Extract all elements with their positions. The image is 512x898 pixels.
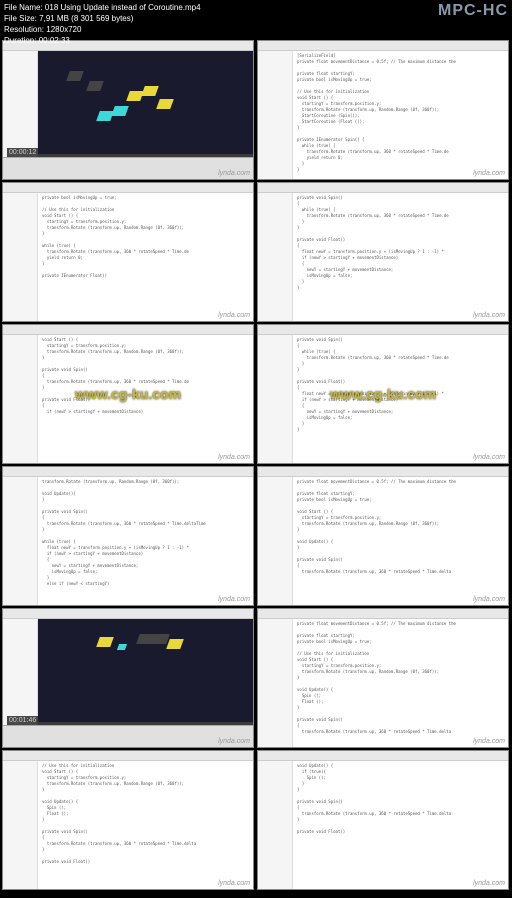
- editor-toolbar: [3, 325, 253, 335]
- source-watermark: lynda.com: [473, 312, 505, 319]
- source-watermark: lynda.com: [218, 312, 250, 319]
- domain-watermark: www.cg-ku.com: [330, 386, 436, 402]
- timestamp: 00:00:12: [7, 148, 38, 157]
- source-watermark: lynda.com: [218, 170, 250, 177]
- editor-sidebar: [3, 193, 38, 321]
- thumbnail-1[interactable]: 00:00:12 lynda.com: [2, 40, 254, 180]
- editor-toolbar: [258, 41, 508, 51]
- editor-toolbar: [3, 751, 253, 761]
- source-watermark: lynda.com: [218, 738, 250, 745]
- thumbnail-10[interactable]: private float movementDistance = 0.5f; /…: [257, 608, 509, 748]
- resolution-value: 1280x720: [46, 25, 81, 34]
- editor-toolbar: [3, 467, 253, 477]
- code-editor: [SerializeField] private float movementD…: [293, 51, 508, 179]
- code-editor: // Use this for initialization void Star…: [38, 761, 253, 889]
- editor-sidebar: [3, 335, 38, 463]
- file-name-label: File Name:: [4, 3, 43, 12]
- code-editor: transform.Rotate (transform.up, Random.R…: [38, 477, 253, 605]
- file-size-label: File Size:: [4, 14, 37, 23]
- source-watermark: lynda.com: [473, 596, 505, 603]
- timestamp: 00:01:46: [7, 716, 38, 725]
- source-watermark: lynda.com: [473, 880, 505, 887]
- unity-toolbar: [3, 609, 253, 619]
- code-editor: private void Spin() { while (true) { tra…: [293, 193, 508, 321]
- thumbnail-2[interactable]: [SerializeField] private float movementD…: [257, 40, 509, 180]
- editor-sidebar: [258, 193, 293, 321]
- editor-sidebar: [258, 51, 293, 179]
- unity-scene-view: [38, 619, 253, 722]
- editor-sidebar: [3, 477, 38, 605]
- player-logo: MPC-HC: [438, 2, 508, 20]
- resolution-label: Resolution:: [4, 25, 44, 34]
- code-editor: void Update() { if (true){ Spin (); } } …: [293, 761, 508, 889]
- file-info: File Name: 018 Using Update instead of C…: [4, 2, 201, 46]
- editor-sidebar: [3, 761, 38, 889]
- unity-scene-view: [38, 51, 253, 154]
- duration-label: Duration:: [4, 36, 36, 45]
- editor-sidebar: [258, 477, 293, 605]
- file-name-value: 018 Using Update instead of Coroutine.mp…: [45, 3, 201, 12]
- code-editor: private float movementDistance = 0.5f; /…: [293, 619, 508, 747]
- source-watermark: lynda.com: [473, 170, 505, 177]
- editor-toolbar: [258, 467, 508, 477]
- thumbnail-3[interactable]: private bool isMovingUp = true; // Use t…: [2, 182, 254, 322]
- source-watermark: lynda.com: [218, 454, 250, 461]
- unity-timeline: [3, 725, 253, 747]
- thumbnail-6[interactable]: private void Spin() { while (true) { tra…: [257, 324, 509, 464]
- editor-toolbar: [258, 183, 508, 193]
- editor-sidebar: [258, 761, 293, 889]
- editor-toolbar: [258, 325, 508, 335]
- thumbnail-7[interactable]: transform.Rotate (transform.up, Random.R…: [2, 466, 254, 606]
- thumbnail-8[interactable]: private float movementDistance = 0.5f; /…: [257, 466, 509, 606]
- thumbnail-4[interactable]: private void Spin() { while (true) { tra…: [257, 182, 509, 322]
- thumbnail-5[interactable]: void Start () { startingY = transform.po…: [2, 324, 254, 464]
- unity-timeline: [3, 157, 253, 179]
- code-editor: private bool isMovingUp = true; // Use t…: [38, 193, 253, 321]
- source-watermark: lynda.com: [218, 880, 250, 887]
- thumbnail-9[interactable]: 00:01:46 lynda.com: [2, 608, 254, 748]
- thumbnail-grid: 00:00:12 lynda.com [SerializeField] priv…: [0, 38, 512, 892]
- domain-watermark: www.cg-ku.com: [75, 386, 181, 402]
- editor-sidebar: [258, 335, 293, 463]
- duration-value: 00:02:33: [39, 36, 70, 45]
- source-watermark: lynda.com: [218, 596, 250, 603]
- thumbnail-12[interactable]: void Update() { if (true){ Spin (); } } …: [257, 750, 509, 890]
- editor-sidebar: [258, 619, 293, 747]
- source-watermark: lynda.com: [473, 454, 505, 461]
- editor-toolbar: [258, 751, 508, 761]
- editor-toolbar: [3, 183, 253, 193]
- editor-toolbar: [258, 609, 508, 619]
- file-size-value: 7,91 MB (8 301 569 bytes): [39, 14, 133, 23]
- source-watermark: lynda.com: [473, 738, 505, 745]
- thumbnail-11[interactable]: // Use this for initialization void Star…: [2, 750, 254, 890]
- code-editor: private float movementDistance = 0.5f; /…: [293, 477, 508, 605]
